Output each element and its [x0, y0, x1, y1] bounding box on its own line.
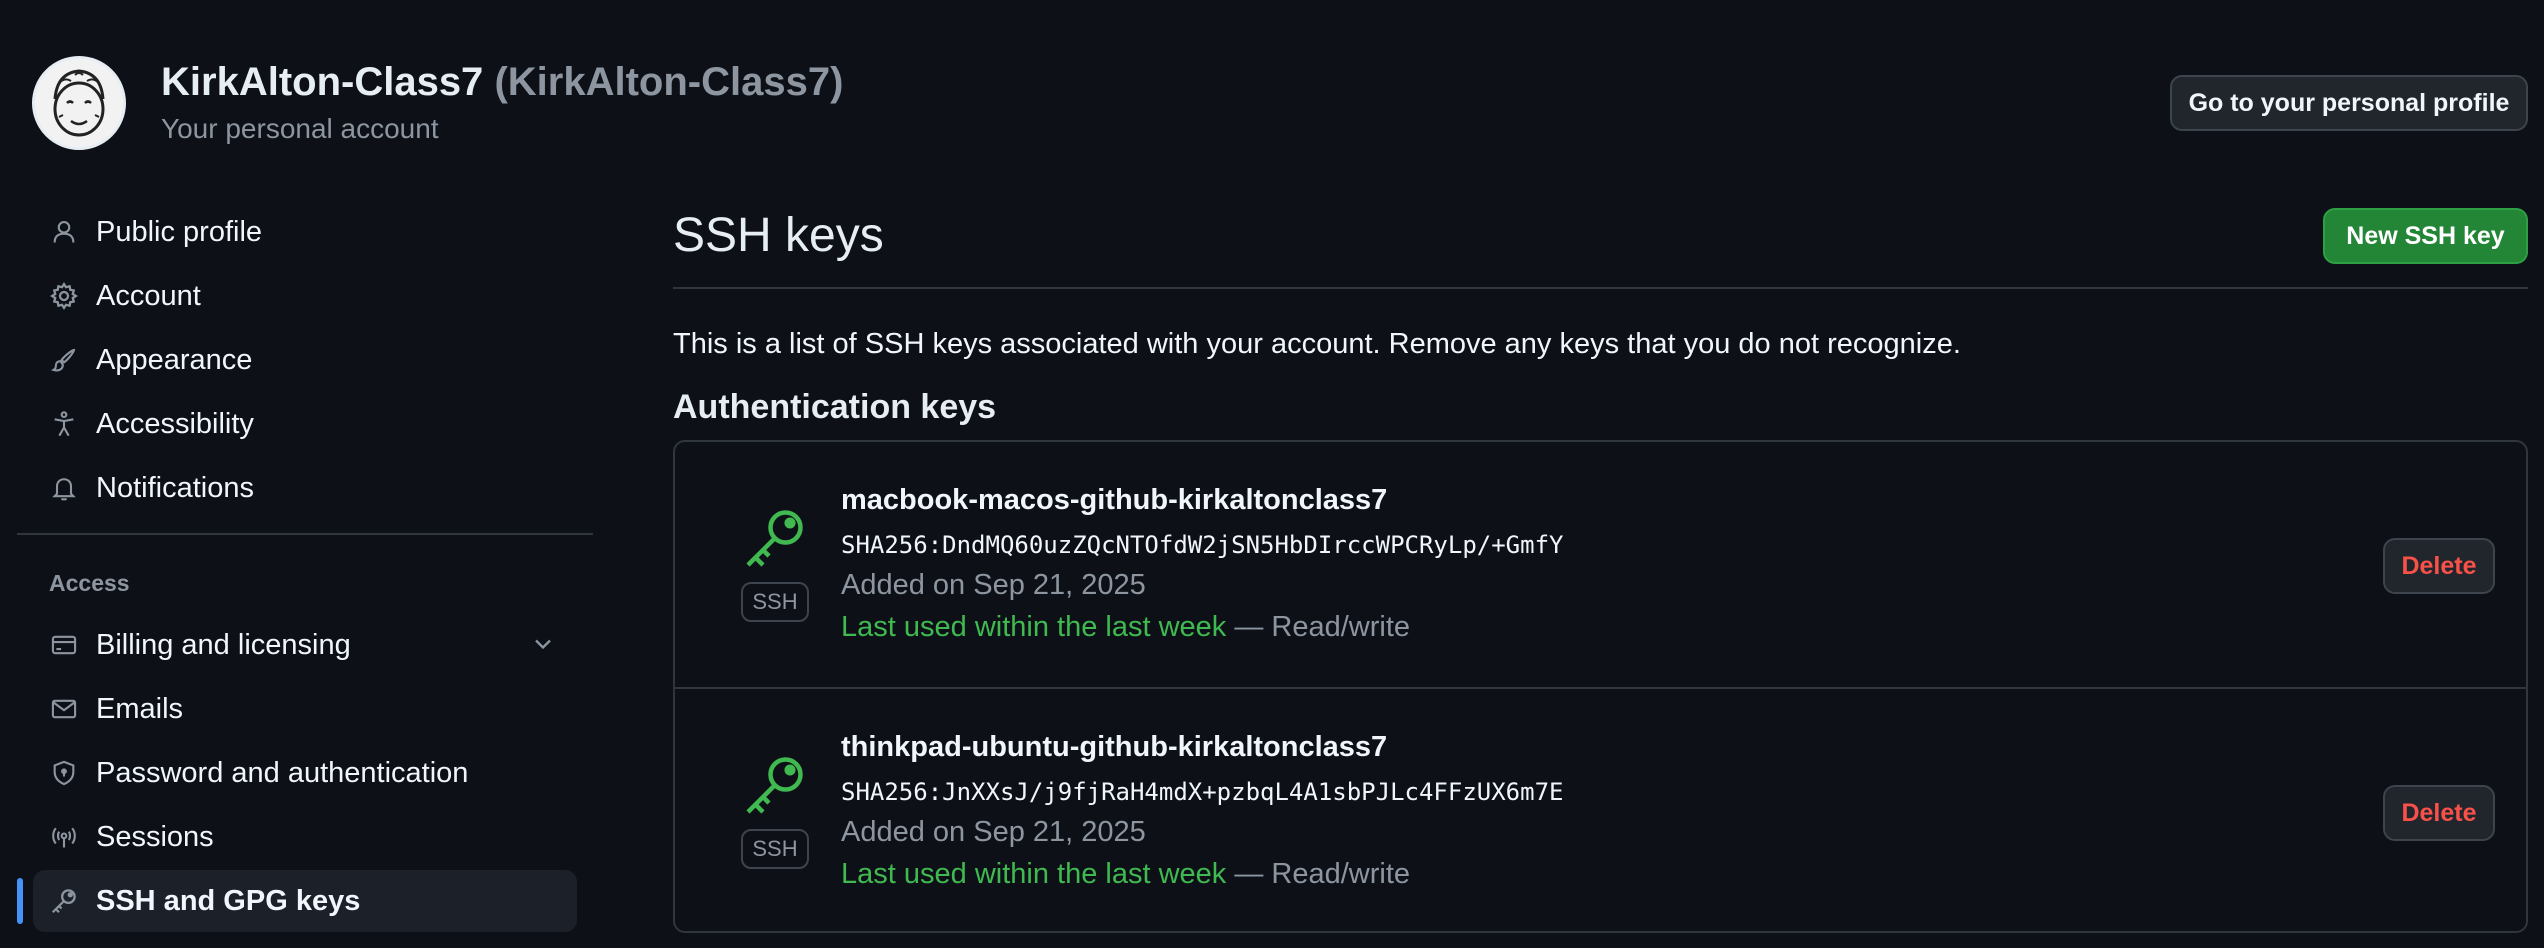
key-icon	[48, 885, 80, 917]
key-title: thinkpad-ubuntu-github-kirkaltonclass7	[841, 731, 1388, 763]
sidebar-item-label: Password and authentication	[96, 756, 469, 789]
sidebar-item-label: Notifications	[96, 471, 254, 504]
sidebar-item-label: SSH and GPG keys	[96, 884, 361, 917]
key-fingerprint: SHA256:DndMQ60uzZQcNTOfdW2jSN5HbDIrccWPC…	[841, 531, 1564, 559]
paintbrush-icon	[48, 344, 80, 376]
avatar[interactable]	[32, 56, 126, 150]
account-subtitle: Your personal account	[161, 113, 439, 144]
sidebar-divider	[17, 533, 593, 535]
sidebar-item-password-authentication[interactable]: Password and authentication	[33, 742, 577, 804]
key-title: macbook-macos-github-kirkaltonclass7	[841, 484, 1388, 516]
key-icon	[739, 502, 811, 579]
new-ssh-key-button[interactable]: New SSH key	[2323, 208, 2528, 264]
key-fingerprint: SHA256:JnXXsJ/j9fjRaH4mdX+pzbqL4A1sbPJLc…	[841, 778, 1564, 806]
delete-key-button[interactable]: Delete	[2383, 785, 2495, 841]
sidebar-item-appearance[interactable]: Appearance	[33, 329, 577, 391]
list-item: SSH thinkpad-ubuntu-github-kirkaltonclas…	[675, 687, 2526, 931]
access-level: — Read/write	[1226, 858, 1411, 890]
sidebar-item-public-profile[interactable]: Public profile	[33, 201, 577, 263]
key-added-date: Added on Sep 21, 2025	[841, 816, 1146, 848]
account-login: (KirkAlton-Class7)	[494, 60, 844, 104]
sidebar-item-notifications[interactable]: Notifications	[33, 457, 577, 519]
ssh-badge: SSH	[741, 829, 809, 869]
ssh-keys-list: SSH macbook-macos-github-kirkaltonclass7…	[673, 440, 2528, 933]
chevron-down-icon[interactable]	[529, 630, 557, 663]
sidebar-item-label: Billing and licensing	[96, 628, 351, 661]
sidebar-item-ssh-gpg-keys[interactable]: SSH and GPG keys	[33, 870, 577, 932]
accessibility-icon	[48, 408, 80, 440]
go-to-profile-button[interactable]: Go to your personal profile	[2170, 75, 2528, 131]
sidebar-item-label: Accessibility	[96, 407, 254, 440]
sidebar-section-access: Access	[49, 570, 130, 596]
sidebar-item-label: Appearance	[96, 343, 253, 376]
key-last-used: Last used within the last week — Read/wr…	[841, 858, 1410, 891]
page-description: This is a list of SSH keys associated wi…	[673, 328, 1961, 360]
sidebar-item-sessions[interactable]: Sessions	[33, 806, 577, 868]
sidebar-item-emails[interactable]: Emails	[33, 678, 577, 740]
sidebar-item-label: Public profile	[96, 215, 263, 248]
credit-card-icon	[48, 629, 80, 661]
sidebar-item-billing[interactable]: Billing and licensing	[33, 614, 577, 676]
sidebar-item-label: Sessions	[96, 820, 214, 853]
sidebar-item-accessibility[interactable]: Accessibility	[33, 393, 577, 455]
last-used-text: Last used within the last week	[841, 858, 1227, 890]
account-name: KirkAlton-Class7 (KirkAlton-Class7)	[161, 60, 844, 104]
key-last-used: Last used within the last week — Read/wr…	[841, 611, 1410, 644]
active-indicator	[17, 878, 23, 924]
section-title: Authentication keys	[673, 388, 997, 426]
delete-key-button[interactable]: Delete	[2383, 538, 2495, 594]
bell-icon	[48, 472, 80, 504]
broadcast-icon	[48, 821, 80, 853]
key-added-date: Added on Sep 21, 2025	[841, 569, 1146, 601]
sidebar-item-label: Emails	[96, 692, 184, 725]
ssh-badge: SSH	[741, 582, 809, 622]
mail-icon	[48, 693, 80, 725]
sidebar-item-label: Account	[96, 279, 201, 312]
list-item: SSH macbook-macos-github-kirkaltonclass7…	[675, 442, 2526, 687]
sidebar-item-account[interactable]: Account	[33, 265, 577, 327]
title-divider	[673, 287, 2528, 289]
access-level: — Read/write	[1226, 611, 1411, 643]
shield-lock-icon	[48, 757, 80, 789]
page-title: SSH keys	[673, 209, 884, 262]
person-icon	[48, 216, 80, 248]
last-used-text: Last used within the last week	[841, 611, 1227, 643]
key-icon	[739, 749, 811, 826]
gear-icon	[48, 280, 80, 312]
